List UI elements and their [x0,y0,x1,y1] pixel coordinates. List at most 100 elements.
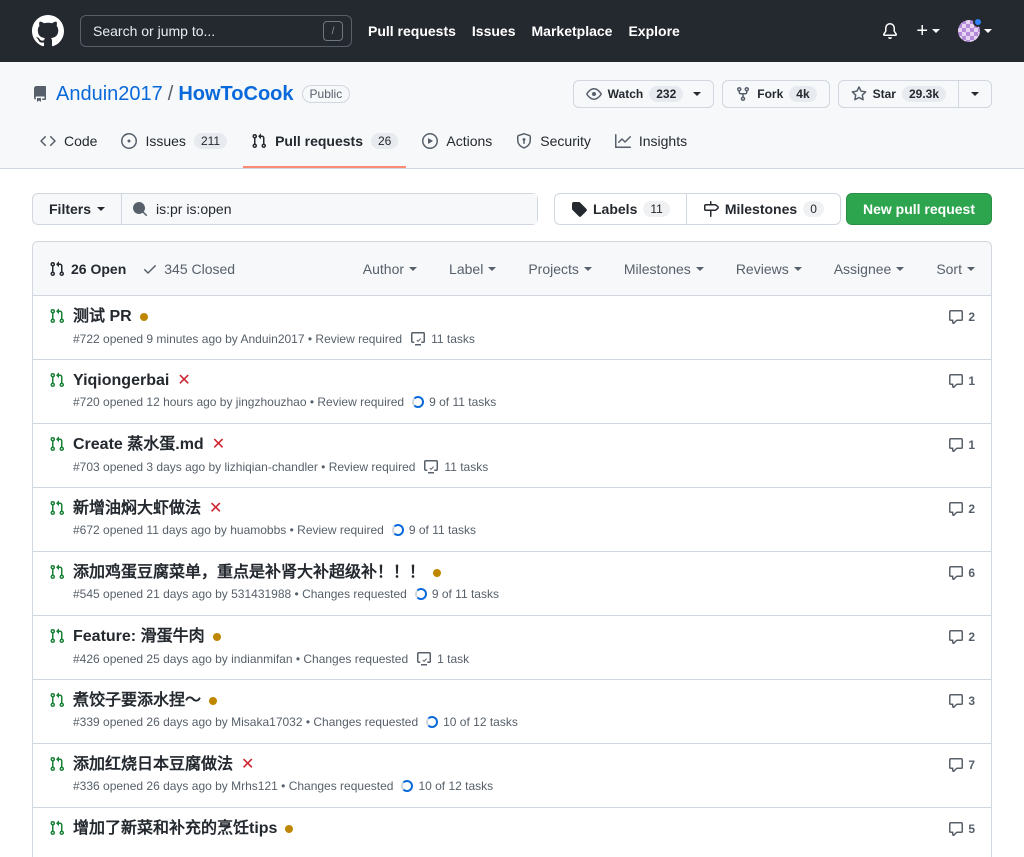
projects-filter[interactable]: Projects [528,261,592,277]
comment-icon [948,309,964,325]
labels-label: Labels [593,201,638,217]
github-logo-icon[interactable] [32,15,64,47]
pr-title-link[interactable]: Create 蒸水蛋.md [73,434,204,456]
tab-pull-requests[interactable]: Pull requests 26 [243,124,407,168]
status-pending-icon[interactable] [433,569,442,577]
labels-button[interactable]: Labels 11 [555,194,686,224]
search-input[interactable]: Search or jump to... / [80,15,352,47]
tab-insights[interactable]: Insights [607,124,695,168]
status-pending-icon[interactable] [209,697,218,705]
status-pending-icon[interactable] [139,313,148,321]
create-new-dropdown[interactable]: + [916,20,940,43]
comment-count-link[interactable]: 2 [948,498,975,518]
tab-issues[interactable]: Issues 211 [113,124,235,168]
status-failed-icon[interactable]: ✕ [209,498,222,520]
fork-label: Fork [757,87,784,101]
pr-meta: #672 opened 11 days ago by huamobbs • Re… [73,523,948,537]
star-list-dropdown[interactable] [958,81,991,107]
projects-filter-label: Projects [528,260,579,277]
comment-count-link[interactable]: 1 [948,370,975,390]
pr-main: 添加红烧日本豆腐做法 ✕ #336 opened 26 days ago by Mr… [73,754,948,807]
fork-icon [737,87,750,102]
pr-title-link[interactable]: 增加了新菜和补充的烹饪tips [73,818,277,840]
filters-group: Filters is:pr is:open [32,193,538,225]
tab-actions[interactable]: Actions [414,124,500,168]
nav-marketplace[interactable]: Marketplace [532,23,613,39]
nav-pull-requests[interactable]: Pull requests [368,23,456,39]
comment-count-link[interactable]: 7 [948,754,975,774]
filters-dropdown[interactable]: Filters [33,194,123,224]
comment-icon [948,501,964,517]
pr-row: 测试 PR #722 opened 9 minutes ago by Anduin… [33,296,991,360]
reviews-filter[interactable]: Reviews [736,261,802,277]
user-menu-dropdown[interactable] [958,17,992,42]
repo-name-link[interactable]: HowToCook [178,83,293,106]
task-count: 10 of 12 tasks [443,715,518,729]
pr-meta: #720 opened 12 hours ago by jingzhouzhao… [73,395,948,409]
comment-icon [948,821,964,837]
label-filter[interactable]: Label [449,261,497,277]
open-filter[interactable]: 26 Open [49,261,126,277]
pr-search-input[interactable]: is:pr is:open [122,194,537,224]
task-progress-icon [412,396,425,408]
comment-icon [948,629,964,645]
comment-count-link[interactable]: 2 [948,306,975,326]
status-failed-icon[interactable]: ✕ [212,434,225,456]
fork-button[interactable]: Fork 4k [722,80,830,108]
new-pull-request-button[interactable]: New pull request [845,193,992,225]
status-failed-icon[interactable]: ✕ [241,754,254,776]
comment-icon [948,565,964,581]
pr-title-link[interactable]: 添加鸡蛋豆腐菜单，重点是补肾大补超级补！！！ [73,562,425,584]
filter-bar: Filters is:pr is:open Labels 11 Mileston… [0,193,1024,225]
graph-icon [614,134,631,148]
nav-explore[interactable]: Explore [628,23,679,39]
author-filter[interactable]: Author [363,261,418,277]
assignee-filter[interactable]: Assignee [834,261,905,277]
pr-title-link[interactable]: Yiqiongerbai [73,370,169,392]
nav-issues[interactable]: Issues [472,23,516,39]
status-pending-icon[interactable] [285,825,294,833]
chevron-down-icon [97,207,106,211]
comment-count: 7 [968,758,975,772]
pr-title-link[interactable]: 测试 PR [73,306,132,328]
pr-title-link[interactable]: Feature: 滑蛋牛肉 [73,626,205,648]
task-count: 9 of 11 tasks [429,395,497,409]
pr-title-link[interactable]: 新增油焖大虾做法 [73,498,201,520]
task-count: 11 tasks [444,460,489,474]
milestones-count: 0 [803,201,824,217]
star-button[interactable]: Star 29.3k [837,80,992,108]
sort-dropdown[interactable]: Sort [936,261,975,277]
comment-count-link[interactable]: 5 [948,818,975,838]
comment-count-link[interactable]: 2 [948,626,975,646]
tab-code[interactable]: Code [32,124,105,168]
repo-owner-link[interactable]: Anduin2017 [56,83,163,106]
reviews-filter-label: Reviews [735,260,789,277]
git-pull-request-icon [49,370,65,423]
pr-rows: 测试 PR #722 opened 9 minutes ago by Anduin… [33,296,991,857]
task-count: 11 tasks [431,332,475,346]
comment-count-link[interactable]: 6 [948,562,975,582]
pr-main: Yiqiongerbai ✕ #720 opened 12 hours ago by… [73,370,948,423]
chevron-down-icon [693,92,702,96]
pr-meta: #339 opened 26 days ago by Misaka17032 •… [73,715,948,729]
milestones-button[interactable]: Milestones 0 [685,194,840,224]
bell-icon[interactable] [882,23,898,39]
pr-main: 添加鸡蛋豆腐菜单，重点是补肾大补超级补！！！ #545 opened 21 day… [73,562,948,615]
closed-filter[interactable]: 345 Closed [142,261,235,277]
star-icon [851,86,867,101]
pr-meta: #336 opened 26 days ago by Mrhs121 • Cha… [73,779,948,793]
pr-title-link[interactable]: 添加红烧日本豆腐做法 [73,754,233,776]
comment-count-link[interactable]: 3 [948,690,975,710]
milestones-filter[interactable]: Milestones [624,261,704,277]
status-failed-icon[interactable]: ✕ [177,370,190,392]
avatar [958,17,983,42]
status-pending-icon[interactable] [212,633,221,641]
assignee-filter-label: Assignee [833,260,892,277]
eye-icon [585,88,602,100]
tab-security[interactable]: Security [508,124,599,168]
comment-count-link[interactable]: 1 [948,434,975,454]
watch-button[interactable]: Watch 232 [572,80,715,108]
open-count: 26 Open [71,260,127,277]
pr-title-link[interactable]: 煮饺子要添水捏～ [73,690,201,712]
visibility-badge: Public [301,85,351,103]
